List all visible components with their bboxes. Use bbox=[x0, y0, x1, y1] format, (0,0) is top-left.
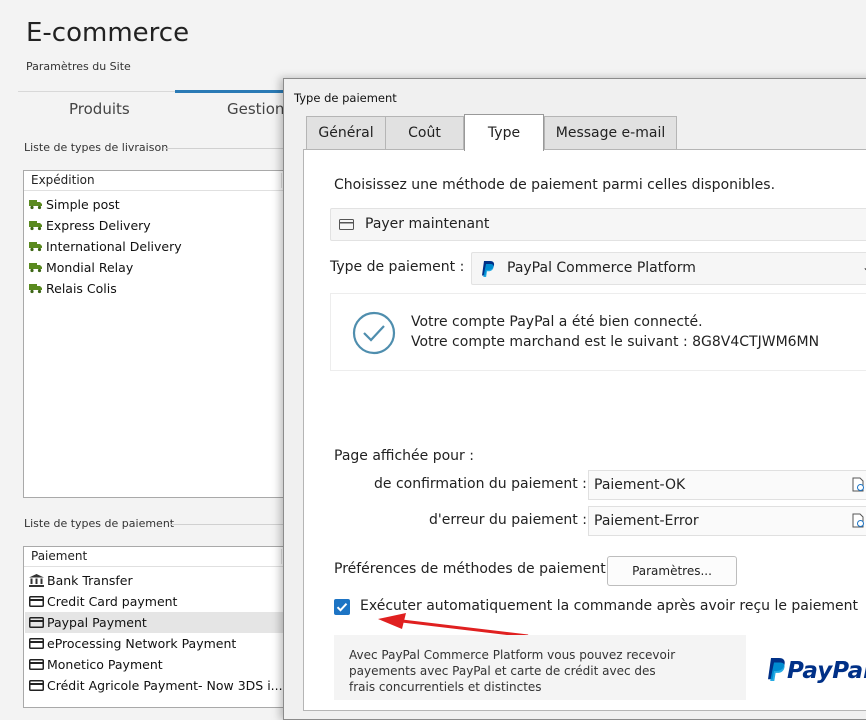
paypal-logo: PayPal bbox=[767, 658, 866, 684]
list-item-label: Credit Card payment bbox=[47, 594, 178, 609]
card-icon bbox=[29, 617, 44, 628]
card-icon bbox=[339, 219, 354, 230]
paypal-info-text: Avec PayPal Commerce Platform vous pouve… bbox=[349, 648, 676, 694]
bank-icon bbox=[29, 574, 44, 587]
paypal-icon bbox=[482, 261, 495, 277]
list-item[interactable]: Simple post bbox=[29, 194, 120, 215]
app-title: E-commerce bbox=[26, 18, 190, 48]
list-item-label: Mondial Relay bbox=[46, 260, 134, 275]
app-subtitle: Paramètres du Site bbox=[26, 60, 131, 73]
payment-method-value: Payer maintenant bbox=[365, 216, 490, 232]
paypal-logo-icon bbox=[768, 658, 785, 681]
list-item[interactable]: Mondial Relay bbox=[29, 257, 133, 278]
truck-icon bbox=[29, 263, 42, 273]
payment-type-label: Type de paiement : bbox=[330, 259, 465, 275]
confirm-page-value: Paiement-OK bbox=[594, 477, 686, 493]
payment-section-rule bbox=[170, 524, 283, 525]
intro-text: Choisissez une méthode de paiement parmi… bbox=[334, 177, 776, 193]
auto-execute-checkbox[interactable] bbox=[334, 599, 350, 615]
list-item[interactable]: Credit Card payment bbox=[29, 591, 177, 612]
shipping-list[interactable]: Expédition Simple post Express Delivery … bbox=[23, 170, 287, 498]
confirm-page-field[interactable]: Paiement-OK bbox=[588, 470, 866, 500]
payment-type-select[interactable]: PayPal Commerce Platform ⌄ bbox=[471, 252, 866, 285]
shipping-column-header[interactable]: Expédition bbox=[24, 171, 286, 191]
parameters-button[interactable]: Paramètres... bbox=[607, 556, 737, 586]
card-icon bbox=[29, 659, 44, 670]
list-item-selected[interactable]: Paypal Payment bbox=[25, 612, 283, 633]
list-item[interactable]: International Delivery bbox=[29, 236, 182, 257]
shipping-section-label: Liste de types de livraison bbox=[24, 141, 169, 154]
list-item-label: Bank Transfer bbox=[47, 573, 133, 588]
error-page-label: d'erreur du paiement : bbox=[429, 512, 587, 528]
list-item[interactable]: Express Delivery bbox=[29, 215, 151, 236]
tab-cout[interactable]: Coût bbox=[385, 116, 464, 151]
connection-status-box: Votre compte PayPal a été bien connecté.… bbox=[330, 293, 866, 371]
tab-type[interactable]: Type bbox=[464, 114, 544, 151]
confirm-page-label: de confirmation du paiement : bbox=[374, 476, 587, 492]
list-item[interactable]: Monetico Payment bbox=[29, 654, 163, 675]
list-item-label: Monetico Payment bbox=[47, 657, 163, 672]
list-item-label: Relais Colis bbox=[46, 281, 117, 296]
card-icon bbox=[29, 596, 44, 607]
shipping-section-rule bbox=[165, 148, 283, 149]
list-item-label: Express Delivery bbox=[46, 218, 151, 233]
tab-gestion[interactable]: Gestion bbox=[227, 100, 284, 118]
check-circle-icon bbox=[352, 311, 396, 355]
truck-icon bbox=[29, 242, 42, 252]
tab-message-email[interactable]: Message e-mail bbox=[544, 116, 677, 151]
list-item[interactable]: eProcessing Network Payment bbox=[29, 633, 236, 654]
active-tab-indicator bbox=[175, 90, 283, 93]
page-link-icon[interactable] bbox=[852, 477, 865, 492]
payment-list[interactable]: Paiement Bank Transfer Credit Card payme… bbox=[23, 546, 287, 708]
paypal-info-box: Avec PayPal Commerce Platform vous pouve… bbox=[334, 635, 746, 700]
list-item-label: Paypal Payment bbox=[47, 615, 147, 630]
payment-section-label: Liste de types de paiement bbox=[24, 517, 175, 530]
error-page-field[interactable]: Paiement-Error bbox=[588, 506, 866, 536]
payment-column-header[interactable]: Paiement bbox=[24, 547, 286, 567]
dialog-title: Type de paiement bbox=[294, 91, 397, 105]
tab-general[interactable]: Général bbox=[306, 116, 386, 151]
list-item[interactable]: Crédit Agricole Payment- Now 3DS i... bbox=[29, 675, 283, 696]
truck-icon bbox=[29, 221, 42, 231]
payment-prefs-label: Préférences de méthodes de paiement : bbox=[334, 561, 615, 577]
truck-icon bbox=[29, 200, 42, 210]
payment-type-value: PayPal Commerce Platform bbox=[507, 260, 696, 276]
card-icon bbox=[29, 638, 44, 649]
card-icon bbox=[29, 680, 44, 691]
page-shown-label: Page affichée pour : bbox=[334, 448, 474, 464]
chevron-down-icon[interactable]: ⌄ bbox=[862, 260, 866, 274]
tab-produits[interactable]: Produits bbox=[69, 100, 130, 118]
payment-method-select[interactable]: Payer maintenant bbox=[330, 208, 866, 241]
status-line-2: Votre compte marchand est le suivant : 8… bbox=[411, 334, 820, 350]
list-item[interactable]: Bank Transfer bbox=[29, 570, 133, 591]
paypal-logo-text: PayPal bbox=[787, 658, 866, 684]
list-item-label: eProcessing Network Payment bbox=[47, 636, 237, 651]
checkmark-icon bbox=[336, 603, 348, 612]
list-item-label: International Delivery bbox=[46, 239, 182, 254]
list-item-label: Simple post bbox=[46, 197, 120, 212]
list-item-label: Crédit Agricole Payment- Now 3DS i... bbox=[47, 678, 283, 693]
list-item[interactable]: Relais Colis bbox=[29, 278, 117, 299]
truck-icon bbox=[29, 284, 42, 294]
status-line-1: Votre compte PayPal a été bien connecté. bbox=[411, 314, 703, 330]
page-link-icon[interactable] bbox=[852, 513, 865, 528]
error-page-value: Paiement-Error bbox=[594, 513, 699, 529]
